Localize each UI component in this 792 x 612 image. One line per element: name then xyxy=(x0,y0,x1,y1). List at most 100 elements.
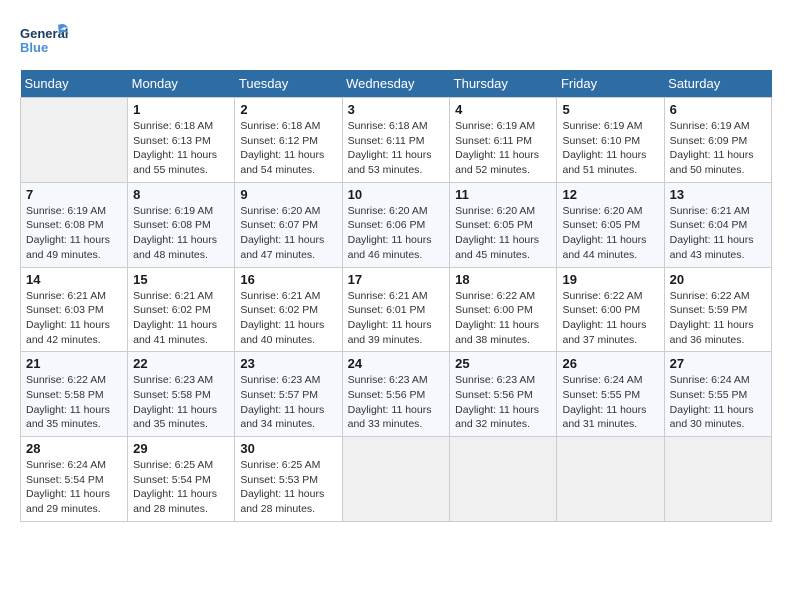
calendar-day-cell: 3 Sunrise: 6:18 AM Sunset: 6:11 PM Daylig… xyxy=(342,98,450,183)
calendar-week-row: 28 Sunrise: 6:24 AM Sunset: 5:54 PM Dayli… xyxy=(21,437,772,522)
day-number: 17 xyxy=(348,272,445,287)
day-info: Sunrise: 6:20 AM Sunset: 6:05 PM Dayligh… xyxy=(455,204,551,263)
calendar-day-cell: 17 Sunrise: 6:21 AM Sunset: 6:01 PM Dayli… xyxy=(342,267,450,352)
day-number: 15 xyxy=(133,272,229,287)
calendar-day-cell: 29 Sunrise: 6:25 AM Sunset: 5:54 PM Dayli… xyxy=(128,437,235,522)
calendar-day-cell: 22 Sunrise: 6:23 AM Sunset: 5:58 PM Dayli… xyxy=(128,352,235,437)
calendar-day-cell: 11 Sunrise: 6:20 AM Sunset: 6:05 PM Dayli… xyxy=(450,182,557,267)
calendar-week-row: 21 Sunrise: 6:22 AM Sunset: 5:58 PM Dayli… xyxy=(21,352,772,437)
day-info: Sunrise: 6:23 AM Sunset: 5:57 PM Dayligh… xyxy=(240,373,336,432)
calendar-day-cell: 13 Sunrise: 6:21 AM Sunset: 6:04 PM Dayli… xyxy=(664,182,771,267)
day-number: 20 xyxy=(670,272,766,287)
calendar-day-cell: 18Sunrise: 6:22 AM Sunset: 6:00 PM Dayli… xyxy=(450,267,557,352)
calendar-header-cell: Wednesday xyxy=(342,70,450,98)
day-info: Sunrise: 6:24 AM Sunset: 5:55 PM Dayligh… xyxy=(562,373,658,432)
calendar-day-cell: 21 Sunrise: 6:22 AM Sunset: 5:58 PM Dayli… xyxy=(21,352,128,437)
day-info: Sunrise: 6:18 AM Sunset: 6:13 PM Dayligh… xyxy=(133,119,229,178)
calendar-day-cell: 2Sunrise: 6:18 AM Sunset: 6:12 PM Daylig… xyxy=(235,98,342,183)
day-info: Sunrise: 6:22 AM Sunset: 5:58 PM Dayligh… xyxy=(26,373,122,432)
day-number: 7 xyxy=(26,187,122,202)
day-number: 10 xyxy=(348,187,445,202)
day-number: 13 xyxy=(670,187,766,202)
day-number: 19 xyxy=(562,272,658,287)
day-info: Sunrise: 6:21 AM Sunset: 6:01 PM Dayligh… xyxy=(348,289,445,348)
day-info: Sunrise: 6:19 AM Sunset: 6:11 PM Dayligh… xyxy=(455,119,551,178)
calendar-day-cell: 4 Sunrise: 6:19 AM Sunset: 6:11 PM Daylig… xyxy=(450,98,557,183)
day-number: 25 xyxy=(455,356,551,371)
calendar-day-cell: 26Sunrise: 6:24 AM Sunset: 5:55 PM Dayli… xyxy=(557,352,664,437)
calendar-day-cell: 1 Sunrise: 6:18 AM Sunset: 6:13 PM Daylig… xyxy=(128,98,235,183)
calendar-table: SundayMondayTuesdayWednesdayThursdayFrid… xyxy=(20,70,772,522)
calendar-header-cell: Friday xyxy=(557,70,664,98)
calendar-day-cell xyxy=(21,98,128,183)
svg-text:Blue: Blue xyxy=(20,40,48,55)
day-info: Sunrise: 6:19 AM Sunset: 6:08 PM Dayligh… xyxy=(26,204,122,263)
day-number: 21 xyxy=(26,356,122,371)
day-info: Sunrise: 6:19 AM Sunset: 6:10 PM Dayligh… xyxy=(562,119,658,178)
calendar-header-cell: Tuesday xyxy=(235,70,342,98)
calendar-day-cell: 25 Sunrise: 6:23 AM Sunset: 5:56 PM Dayli… xyxy=(450,352,557,437)
day-number: 3 xyxy=(348,102,445,117)
day-info: Sunrise: 6:21 AM Sunset: 6:03 PM Dayligh… xyxy=(26,289,122,348)
calendar-day-cell xyxy=(450,437,557,522)
day-info: Sunrise: 6:23 AM Sunset: 5:58 PM Dayligh… xyxy=(133,373,229,432)
calendar-day-cell: 27 Sunrise: 6:24 AM Sunset: 5:55 PM Dayli… xyxy=(664,352,771,437)
day-number: 1 xyxy=(133,102,229,117)
calendar-day-cell: 24 Sunrise: 6:23 AM Sunset: 5:56 PM Dayli… xyxy=(342,352,450,437)
day-number: 24 xyxy=(348,356,445,371)
calendar-day-cell: 14 Sunrise: 6:21 AM Sunset: 6:03 PM Dayli… xyxy=(21,267,128,352)
day-number: 14 xyxy=(26,272,122,287)
day-number: 9 xyxy=(240,187,336,202)
calendar-header-cell: Saturday xyxy=(664,70,771,98)
calendar-header-cell: Thursday xyxy=(450,70,557,98)
calendar-day-cell: 8 Sunrise: 6:19 AM Sunset: 6:08 PM Daylig… xyxy=(128,182,235,267)
day-info: Sunrise: 6:23 AM Sunset: 5:56 PM Dayligh… xyxy=(455,373,551,432)
calendar-day-cell: 16 Sunrise: 6:21 AM Sunset: 6:02 PM Dayli… xyxy=(235,267,342,352)
day-number: 29 xyxy=(133,441,229,456)
day-info: Sunrise: 6:21 AM Sunset: 6:02 PM Dayligh… xyxy=(240,289,336,348)
calendar-day-cell: 12 Sunrise: 6:20 AM Sunset: 6:05 PM Dayli… xyxy=(557,182,664,267)
day-info: Sunrise: 6:19 AM Sunset: 6:09 PM Dayligh… xyxy=(670,119,766,178)
day-number: 2 xyxy=(240,102,336,117)
day-number: 28 xyxy=(26,441,122,456)
day-number: 8 xyxy=(133,187,229,202)
calendar-body: 1 Sunrise: 6:18 AM Sunset: 6:13 PM Daylig… xyxy=(21,98,772,522)
calendar-day-cell: 15 Sunrise: 6:21 AM Sunset: 6:02 PM Dayli… xyxy=(128,267,235,352)
page-header: General Blue xyxy=(20,20,772,60)
day-info: Sunrise: 6:21 AM Sunset: 6:02 PM Dayligh… xyxy=(133,289,229,348)
calendar-day-cell xyxy=(557,437,664,522)
day-number: 27 xyxy=(670,356,766,371)
calendar-day-cell: 30Sunrise: 6:25 AM Sunset: 5:53 PM Dayli… xyxy=(235,437,342,522)
calendar-day-cell: 20Sunrise: 6:22 AM Sunset: 5:59 PM Dayli… xyxy=(664,267,771,352)
day-info: Sunrise: 6:22 AM Sunset: 6:00 PM Dayligh… xyxy=(562,289,658,348)
calendar-day-cell: 7 Sunrise: 6:19 AM Sunset: 6:08 PM Daylig… xyxy=(21,182,128,267)
day-info: Sunrise: 6:24 AM Sunset: 5:55 PM Dayligh… xyxy=(670,373,766,432)
calendar-week-row: 1 Sunrise: 6:18 AM Sunset: 6:13 PM Daylig… xyxy=(21,98,772,183)
day-number: 22 xyxy=(133,356,229,371)
day-number: 11 xyxy=(455,187,551,202)
day-info: Sunrise: 6:24 AM Sunset: 5:54 PM Dayligh… xyxy=(26,458,122,517)
calendar-day-cell: 9Sunrise: 6:20 AM Sunset: 6:07 PM Daylig… xyxy=(235,182,342,267)
day-number: 30 xyxy=(240,441,336,456)
day-info: Sunrise: 6:20 AM Sunset: 6:06 PM Dayligh… xyxy=(348,204,445,263)
calendar-day-cell: 5 Sunrise: 6:19 AM Sunset: 6:10 PM Daylig… xyxy=(557,98,664,183)
day-number: 6 xyxy=(670,102,766,117)
calendar-header-row: SundayMondayTuesdayWednesdayThursdayFrid… xyxy=(21,70,772,98)
day-number: 16 xyxy=(240,272,336,287)
day-number: 18 xyxy=(455,272,551,287)
day-info: Sunrise: 6:21 AM Sunset: 6:04 PM Dayligh… xyxy=(670,204,766,263)
day-info: Sunrise: 6:18 AM Sunset: 6:11 PM Dayligh… xyxy=(348,119,445,178)
calendar-day-cell: 28 Sunrise: 6:24 AM Sunset: 5:54 PM Dayli… xyxy=(21,437,128,522)
day-number: 4 xyxy=(455,102,551,117)
calendar-week-row: 14 Sunrise: 6:21 AM Sunset: 6:03 PM Dayli… xyxy=(21,267,772,352)
calendar-header-cell: Monday xyxy=(128,70,235,98)
day-info: Sunrise: 6:25 AM Sunset: 5:54 PM Dayligh… xyxy=(133,458,229,517)
calendar-day-cell: 10 Sunrise: 6:20 AM Sunset: 6:06 PM Dayli… xyxy=(342,182,450,267)
logo: General Blue xyxy=(20,20,70,60)
day-number: 5 xyxy=(562,102,658,117)
day-number: 12 xyxy=(562,187,658,202)
day-info: Sunrise: 6:20 AM Sunset: 6:05 PM Dayligh… xyxy=(562,204,658,263)
day-info: Sunrise: 6:23 AM Sunset: 5:56 PM Dayligh… xyxy=(348,373,445,432)
day-info: Sunrise: 6:19 AM Sunset: 6:08 PM Dayligh… xyxy=(133,204,229,263)
day-number: 23 xyxy=(240,356,336,371)
